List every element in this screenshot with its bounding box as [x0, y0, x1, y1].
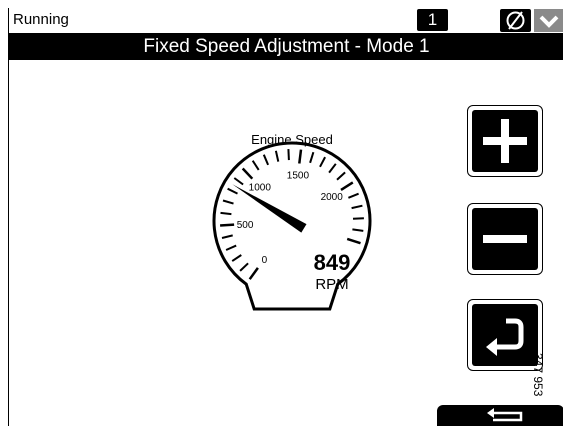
circle-slash-icon [500, 9, 531, 32]
gauge-tick [341, 182, 353, 190]
gauge-tick [329, 164, 336, 173]
gauge-tick [320, 157, 325, 167]
gauge-tick [221, 213, 232, 214]
gauge-tick [222, 235, 233, 238]
rpm-unit: RPM [315, 276, 348, 293]
gauge-tick [250, 268, 258, 279]
dropdown-button[interactable] [534, 9, 563, 32]
gauge-tick [264, 155, 268, 165]
plus-icon [472, 110, 538, 172]
gauge-tick-label: 0 [262, 255, 268, 266]
gauge-tick [232, 255, 241, 261]
gauge-tick-label: 500 [237, 220, 254, 231]
gauge-tick [347, 239, 360, 243]
gauge-tick [228, 189, 238, 194]
screen-frame: Running 1 Fixed Speed Adjustment - Mode … [8, 8, 563, 426]
gauge-tick [253, 161, 259, 170]
no-sync-button[interactable] [500, 9, 531, 32]
gauge-tick [240, 263, 248, 271]
engine-speed-gauge: 0 500 1000 1500 2000 Engine Speed 849 RPM [9, 8, 429, 426]
figure-id: 347 953 [531, 353, 545, 396]
gauge-tick [352, 206, 363, 208]
gauge-tick-label: 1500 [287, 170, 310, 181]
rpm-value: 849 [314, 250, 351, 275]
chevron-down-icon [534, 9, 563, 32]
gauge-tick [223, 201, 234, 204]
decrease-button[interactable] [467, 203, 543, 275]
back-arrow-icon [437, 405, 563, 426]
minus-icon [472, 208, 538, 270]
gauge-tick [226, 246, 236, 250]
gauge-tick [243, 169, 253, 179]
gauge-tick [299, 150, 301, 164]
gauge-tick [310, 152, 313, 163]
increase-button[interactable] [467, 105, 543, 177]
gauge-tick [348, 194, 358, 198]
back-button[interactable] [437, 405, 563, 426]
gauge-tick [337, 172, 345, 179]
enter-return-icon [472, 304, 538, 366]
gauge-tick [276, 151, 278, 162]
gauge-tick [288, 149, 289, 160]
gauge-tick [234, 178, 243, 185]
gauge-tick [220, 225, 234, 226]
gauge-label: Engine Speed [251, 132, 333, 147]
gauge-tick-label: 2000 [321, 192, 344, 203]
gauge-tick-label: 1000 [249, 183, 272, 194]
gauge-tick [352, 229, 363, 231]
